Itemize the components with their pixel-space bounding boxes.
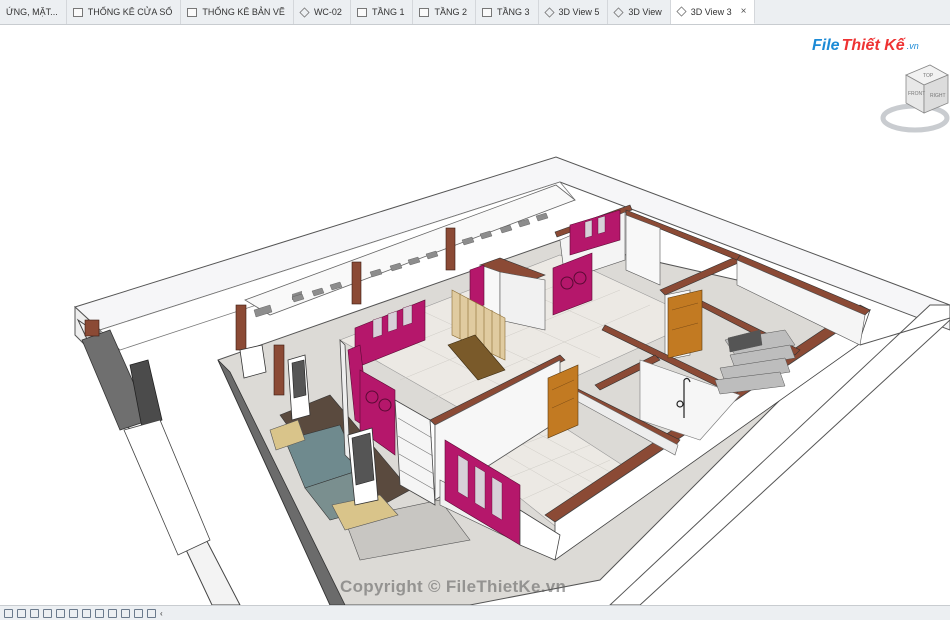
reveal-hidden-icon[interactable] xyxy=(121,608,130,618)
3d-view-icon xyxy=(543,6,555,18)
crop-view-icon[interactable] xyxy=(82,608,91,618)
close-icon[interactable]: × xyxy=(741,6,747,17)
3d-view-icon xyxy=(613,6,624,18)
copyright-watermark: Copyright © FileThietKe.vn xyxy=(340,577,567,596)
tab-floor-3[interactable]: TẦNG 3 xyxy=(476,0,539,24)
viewcube-front-label: FRONT xyxy=(908,91,925,97)
tab-label: TẦNG 1 xyxy=(371,7,405,17)
tab-label: 3D View xyxy=(628,7,662,17)
detail-level-icon[interactable] xyxy=(17,608,26,618)
tab-label: WC-02 xyxy=(313,7,342,17)
render-icon[interactable] xyxy=(69,608,78,618)
tab-label: TẦNG 2 xyxy=(434,7,467,17)
tab-label: TẦNG 3 xyxy=(496,7,530,17)
tab-label: 3D View 5 xyxy=(558,7,600,17)
3d-viewport[interactable]: TOP FRONT RIGHT File Thiết Kế .vn xyxy=(0,25,950,605)
view-cube[interactable]: TOP FRONT RIGHT xyxy=(880,63,950,138)
tab-floor-1[interactable]: TẦNG 1 xyxy=(351,0,414,24)
tab-floor-2[interactable]: TẦNG 2 xyxy=(413,0,476,24)
floor-plan-icon xyxy=(481,7,492,17)
schedule-icon xyxy=(187,7,198,17)
tab-3d-view-3[interactable]: 3D View 3 × xyxy=(670,0,756,24)
schedule-icon xyxy=(72,7,83,17)
tab-label: THỐNG KÊ CỬA SỔ xyxy=(87,7,173,17)
visual-style-icon[interactable] xyxy=(30,608,39,618)
floor-plan-icon xyxy=(356,7,367,17)
tab-elevation[interactable]: ỨNG, MẶT... xyxy=(0,0,67,24)
lock-view-icon[interactable] xyxy=(95,608,104,618)
tab-3d-view[interactable]: 3D View xyxy=(608,0,671,24)
temporary-properties-icon[interactable] xyxy=(134,608,143,618)
tab-wc-02[interactable]: WC-02 xyxy=(294,0,351,24)
sun-path-icon[interactable] xyxy=(43,608,52,618)
shadows-icon[interactable] xyxy=(56,608,65,618)
scroll-left-arrow[interactable]: ‹ xyxy=(160,609,163,618)
tab-sheet-schedule[interactable]: THỐNG KÊ BẢN VẼ xyxy=(181,0,294,24)
3d-view-icon xyxy=(676,6,687,17)
scale-icon[interactable] xyxy=(4,608,13,618)
logo-part-2: Thiết Kế xyxy=(841,37,905,54)
view-control-bar: ‹ xyxy=(0,605,950,620)
analytical-model-icon[interactable] xyxy=(147,608,156,618)
tab-label: ỨNG, MẶT... xyxy=(6,7,58,17)
floor-plan-icon xyxy=(419,7,430,17)
tab-label: THỐNG KÊ BẢN VẼ xyxy=(202,7,285,17)
hide-isolate-icon[interactable] xyxy=(108,608,117,618)
logo-part-1: File xyxy=(812,37,840,54)
logo-part-3: .vn xyxy=(906,41,919,51)
3d-view-icon xyxy=(299,6,310,18)
tab-3d-view-5[interactable]: 3D View 5 xyxy=(539,0,609,24)
viewcube-right-label: RIGHT xyxy=(930,93,946,99)
viewcube-top-label: TOP xyxy=(923,73,934,79)
building-3d-model xyxy=(74,156,950,605)
tab-window-schedule[interactable]: THỐNG KÊ CỬA SỔ xyxy=(67,0,182,24)
site-logo: File Thiết Kế .vn xyxy=(812,37,919,55)
tab-label: 3D View 3 xyxy=(690,6,732,17)
view-tab-bar: ỨNG, MẶT... THỐNG KÊ CỬA SỔ THỐNG KÊ BẢN… xyxy=(0,0,950,25)
